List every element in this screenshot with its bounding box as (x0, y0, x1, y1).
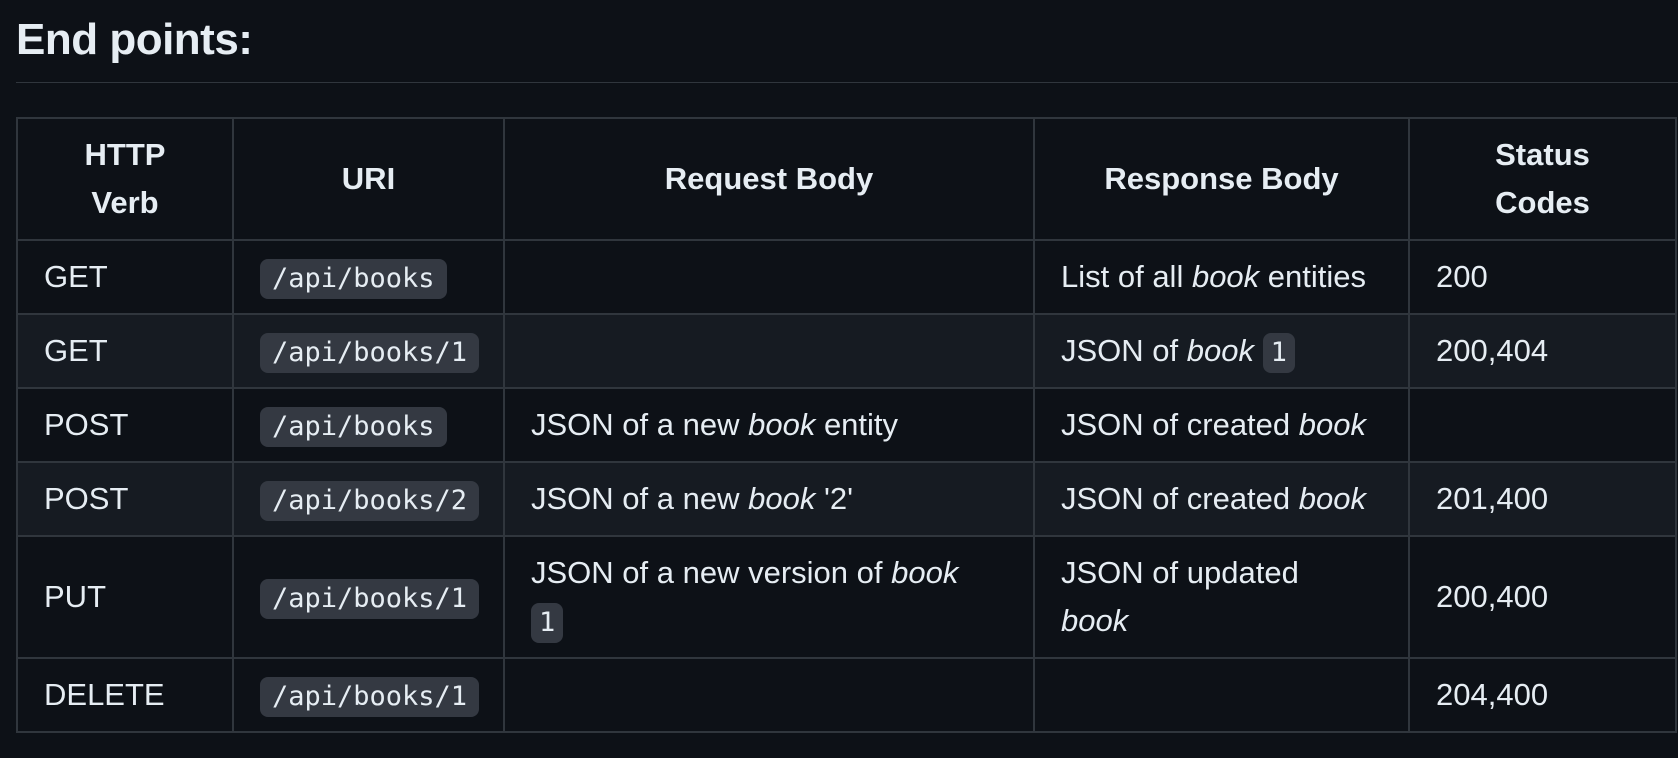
verb-cell: POST (16, 387, 234, 463)
table-row: POST /api/books/2 JSON of a new book '2'… (16, 461, 1677, 537)
uri-cell: /api/books/2 (232, 461, 505, 537)
response-emphasis: book (1061, 603, 1129, 638)
request-text-suffix: entity (815, 407, 899, 442)
response-text: List of all (1061, 259, 1192, 294)
endpoints-table: HTTP Verb URI Request Body Response Body… (16, 117, 1677, 733)
request-body-cell (503, 239, 1035, 315)
request-body-cell: JSON of a new book entity (503, 387, 1035, 463)
header-uri: URI (232, 117, 505, 241)
request-body-cell (503, 657, 1035, 733)
status-codes-cell: 200,400 (1408, 535, 1677, 659)
uri-cell: /api/books/1 (232, 657, 505, 733)
verb-cell: GET (16, 239, 234, 315)
table-row: PUT /api/books/1 JSON of a new version o… (16, 535, 1677, 659)
response-body-cell: JSON of book 1 (1033, 313, 1410, 389)
request-body-cell: JSON of a new version of book 1 (503, 535, 1035, 659)
status-codes-cell: 200 (1408, 239, 1677, 315)
request-emphasis: book (748, 407, 816, 442)
header-request-body: Request Body (503, 117, 1035, 241)
response-emphasis: book (1191, 259, 1260, 294)
heading-divider (16, 82, 1678, 83)
response-body-cell: JSON of updated book (1033, 535, 1410, 659)
response-body-cell (1033, 657, 1410, 733)
status-codes-cell: 204,400 (1408, 657, 1677, 733)
response-text: JSON of created (1061, 481, 1299, 516)
response-text-suffix (1254, 333, 1263, 368)
header-response-body: Response Body (1033, 117, 1410, 241)
request-emphasis: book (891, 555, 959, 590)
uri-code: /api/books (260, 259, 447, 299)
response-body-cell: List of all book entities (1033, 239, 1410, 315)
request-body-cell: JSON of a new book '2' (503, 461, 1035, 537)
uri-cell: /api/books (232, 387, 505, 463)
response-emphasis: book (1298, 481, 1367, 516)
uri-code: /api/books/2 (260, 481, 480, 521)
uri-code: /api/books/1 (260, 579, 480, 619)
request-emphasis: book (748, 481, 816, 516)
request-text-suffix: '2' (815, 481, 854, 516)
request-text: JSON of a new (531, 407, 749, 442)
response-emphasis: book (1298, 407, 1367, 442)
response-body-cell: JSON of created book (1033, 387, 1410, 463)
status-codes-cell: 200,404 (1408, 313, 1677, 389)
table-header-row: HTTP Verb URI Request Body Response Body… (16, 117, 1677, 241)
response-text: JSON of (1061, 333, 1187, 368)
verb-cell: POST (16, 461, 234, 537)
header-status-codes: Status Codes (1408, 117, 1677, 241)
uri-cell: /api/books/1 (232, 313, 505, 389)
status-codes-cell: 201,400 (1408, 461, 1677, 537)
uri-code: /api/books/1 (260, 333, 480, 373)
verb-cell: GET (16, 313, 234, 389)
response-emphasis: book (1186, 333, 1254, 368)
request-body-cell (503, 313, 1035, 389)
table-row: DELETE /api/books/1 204,400 (16, 657, 1677, 733)
request-inline-code: 1 (531, 603, 564, 643)
verb-cell: PUT (16, 535, 234, 659)
status-codes-cell (1408, 387, 1677, 463)
table-row: POST /api/books JSON of a new book entit… (16, 387, 1677, 463)
table-row: GET /api/books/1 JSON of book 1 200,404 (16, 313, 1677, 389)
request-text: JSON of a new version of (531, 555, 892, 590)
uri-code: /api/books (260, 407, 447, 447)
response-text: JSON of created (1061, 407, 1299, 442)
request-text: JSON of a new (531, 481, 749, 516)
header-http-verb: HTTP Verb (16, 117, 234, 241)
response-text-suffix: entities (1259, 259, 1367, 294)
response-body-cell: JSON of created book (1033, 461, 1410, 537)
uri-cell: /api/books (232, 239, 505, 315)
response-inline-code: 1 (1262, 333, 1295, 373)
uri-code: /api/books/1 (260, 677, 480, 717)
table-row: GET /api/books List of all book entities… (16, 239, 1677, 315)
page-heading: End points: (16, 15, 253, 64)
uri-cell: /api/books/1 (232, 535, 505, 659)
verb-cell: DELETE (16, 657, 234, 733)
response-text: JSON of updated (1061, 555, 1299, 590)
